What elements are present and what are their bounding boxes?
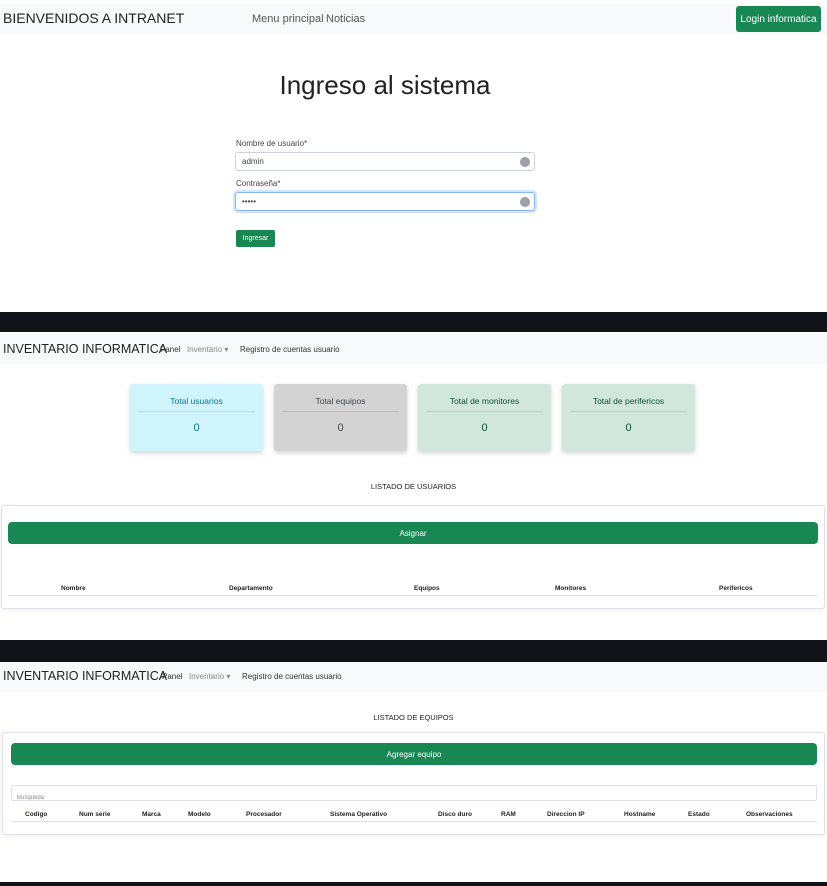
col-header-departamento[interactable]: Departamento — [229, 585, 273, 592]
col-header-modelo[interactable]: Modelo — [188, 811, 211, 818]
col-header-monitores[interactable]: Monitores — [555, 585, 586, 592]
inventory-navbar: INVENTARIO INFORMATICA Panel Inventario … — [0, 334, 827, 364]
users-table-panel: Asignar Nombre Departamento Equipos Moni… — [1, 505, 825, 609]
col-header-ram[interactable]: RAM — [501, 811, 516, 818]
username-label: Nombre de usuario* — [236, 139, 308, 148]
nav-panel[interactable]: Panel — [162, 672, 182, 681]
search-field[interactable] — [11, 785, 817, 805]
card-total-monitores: Total de monitores 0 — [418, 384, 551, 451]
screen-separator — [0, 882, 827, 886]
ingresar-button[interactable]: Ingresar — [236, 230, 275, 247]
col-header-disco-duro[interactable]: Disco duro — [438, 811, 472, 818]
col-header-equipos[interactable]: Equipos — [414, 585, 440, 592]
inventory-navbar: INVENTARIO INFORMATICA Panel Inventario … — [0, 662, 827, 692]
col-header-estado[interactable]: Estado — [688, 811, 710, 818]
login-screen: BIENVENIDOS A INTRANET Menu principal No… — [0, 0, 827, 312]
card-total-equipos: Total equipos 0 — [274, 384, 407, 451]
card-total-usuarios: Total usuarios 0 — [130, 384, 263, 451]
card-value: 0 — [481, 422, 488, 434]
nav-registro-cuentas[interactable]: Registro de cuentas usuario — [242, 672, 342, 681]
users-list-title: LISTADO DE USUARIOS — [370, 482, 457, 491]
card-label: Total de monitores — [426, 391, 543, 412]
screen-separator — [0, 312, 827, 332]
nav-inventario-dropdown[interactable]: Inventario ▾ — [187, 345, 228, 354]
caret-down-icon: ▾ — [224, 345, 229, 354]
card-label: Total de perifericos — [570, 391, 687, 412]
nav-link-menu-principal[interactable]: Menu principal — [252, 13, 324, 25]
col-header-perifericos[interactable]: Perifericos — [719, 585, 753, 592]
password-label: Contraseña* — [236, 179, 281, 188]
equipment-table-panel: Agregar equipo Codigo Num serie Marca Mo… — [2, 732, 825, 835]
col-header-num-serie[interactable]: Num serie — [79, 811, 110, 818]
table-divider — [8, 595, 818, 596]
nav-inventario-dropdown[interactable]: Inventario ▾ — [189, 672, 230, 681]
col-header-sistema-operativo[interactable]: Sistema Operativo — [330, 811, 387, 818]
col-header-codigo[interactable]: Codigo — [25, 811, 47, 818]
equipment-screen: INVENTARIO INFORMATICA Panel Inventario … — [0, 662, 827, 882]
card-total-perifericos: Total de perifericos 0 — [562, 384, 695, 451]
screen-separator — [0, 640, 827, 662]
col-header-observaciones[interactable]: Observaciones — [746, 811, 793, 818]
intranet-navbar: BIENVENIDOS A INTRANET Menu principal No… — [0, 4, 827, 34]
users-screen: INVENTARIO INFORMATICA Panel Inventario … — [0, 332, 827, 640]
page-title: Ingreso al sistema — [279, 70, 491, 100]
card-label: Total usuarios — [138, 391, 255, 412]
card-value: 0 — [193, 422, 200, 434]
nav-registro-cuentas[interactable]: Registro de cuentas usuario — [240, 345, 340, 354]
login-informatica-button[interactable]: Login informatica — [736, 6, 821, 32]
col-header-procesador[interactable]: Procesador — [246, 811, 282, 818]
username-value: admin — [242, 157, 264, 166]
nav-inventario-label: Inventario — [187, 345, 223, 354]
nav-link-noticias[interactable]: Noticias — [326, 13, 365, 25]
col-header-nombre[interactable]: Nombre — [61, 585, 86, 592]
asignar-button[interactable]: Asignar — [8, 522, 818, 544]
col-header-hostname[interactable]: Hostname — [624, 811, 655, 818]
nav-panel[interactable]: Panel — [160, 345, 180, 354]
caret-down-icon: ▾ — [226, 672, 231, 681]
password-field[interactable]: ••••• — [235, 192, 535, 211]
nav-inventario-label: Inventario — [189, 672, 225, 681]
autofill-key-icon[interactable] — [520, 157, 530, 167]
password-value: ••••• — [242, 197, 257, 206]
intranet-brand[interactable]: BIENVENIDOS A INTRANET — [3, 10, 184, 26]
card-label: Total equipos — [282, 391, 399, 412]
search-input[interactable] — [12, 791, 816, 805]
agregar-equipo-button[interactable]: Agregar equipo — [11, 743, 817, 765]
username-field[interactable]: admin — [235, 152, 535, 171]
autofill-key-icon[interactable] — [520, 197, 530, 207]
table-divider — [11, 821, 817, 822]
inventory-brand[interactable]: INVENTARIO INFORMATICA — [3, 342, 167, 356]
inventory-brand[interactable]: INVENTARIO INFORMATICA — [3, 669, 167, 683]
col-header-marca[interactable]: Marca — [142, 811, 161, 818]
card-value: 0 — [625, 422, 632, 434]
equipment-list-title: LISTADO DE EQUIPOS — [373, 713, 454, 722]
card-value: 0 — [337, 422, 344, 434]
col-header-direccion-ip[interactable]: Direccion IP — [547, 811, 585, 818]
